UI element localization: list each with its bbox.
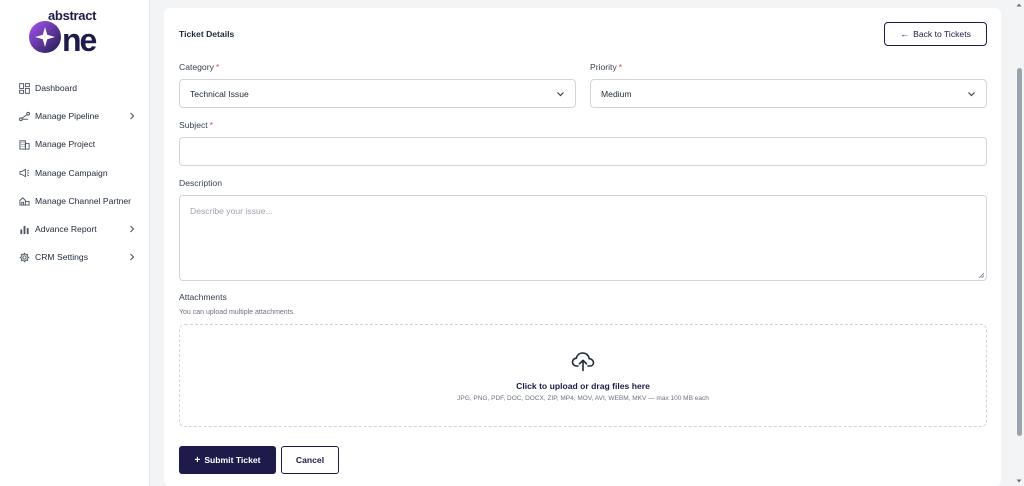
pipeline-icon xyxy=(18,110,30,122)
cancel-label: Cancel xyxy=(295,455,325,465)
category-value: Technical Issue xyxy=(190,88,249,99)
chevron-down-icon xyxy=(968,91,975,96)
category-label: Category * xyxy=(179,62,219,72)
sidebar-item-label: Advance Report xyxy=(35,224,97,235)
sidebar-item-label: Manage Pipeline xyxy=(35,111,100,122)
priority-select[interactable]: Medium xyxy=(590,79,987,108)
sidebar-item-crm-settings[interactable]: CRM Settings xyxy=(0,243,150,271)
dropzone-file-types: JPG, PNG, PDF, DOC, DOCX, ZIP, MP4, MOV,… xyxy=(457,395,709,402)
scroll-up-arrow-icon[interactable] xyxy=(1016,2,1022,8)
required-marker: * xyxy=(215,62,220,72)
resize-handle-icon[interactable] xyxy=(978,272,984,278)
sidebar-item-label: Manage Campaign xyxy=(35,167,108,178)
megaphone-icon xyxy=(18,167,30,179)
sidebar-item-label: CRM Settings xyxy=(35,252,89,263)
subject-label-text: Subject xyxy=(179,120,208,130)
chevron-right-icon xyxy=(130,253,135,261)
chevron-right-icon xyxy=(130,225,135,233)
category-select[interactable]: Technical Issue xyxy=(179,79,576,108)
sidebar-item-label: Manage Project xyxy=(35,139,96,150)
partner-icon xyxy=(18,195,30,207)
sidebar-item-label: Manage Channel Partner xyxy=(35,195,132,206)
subject-input[interactable] xyxy=(179,137,987,166)
attachments-label: Attachments xyxy=(179,292,227,302)
sidebar-item-label: Dashboard xyxy=(35,83,78,94)
sidebar-nav: Dashboard Manage Pipeline Manage Project… xyxy=(0,74,150,271)
scroll-down-arrow-icon[interactable] xyxy=(1016,478,1022,484)
priority-value: Medium xyxy=(601,88,632,99)
bar-chart-icon xyxy=(18,223,30,235)
chevron-down-icon xyxy=(557,91,564,96)
svg-text:ne: ne xyxy=(62,22,97,54)
back-to-tickets-label: Back to Tickets xyxy=(913,29,971,39)
chevron-right-icon xyxy=(130,112,135,120)
sidebar-item-manage-channel-partner[interactable]: Manage Channel Partner xyxy=(0,187,150,215)
category-label-text: Category xyxy=(179,62,214,72)
plus-icon: + xyxy=(194,454,201,466)
gear-icon xyxy=(18,251,30,263)
attachment-dropzone[interactable]: Click to upload or drag files here JPG, … xyxy=(179,324,987,427)
description-label: Description xyxy=(179,178,222,188)
subject-label: Subject * xyxy=(179,120,213,130)
priority-label-text: Priority xyxy=(590,62,617,72)
submit-ticket-button[interactable]: + Submit Ticket xyxy=(179,446,276,474)
sidebar-item-dashboard[interactable]: Dashboard xyxy=(0,74,150,102)
description-textarea[interactable]: Describe your issue... xyxy=(179,195,987,281)
description-placeholder: Describe your issue... xyxy=(190,206,273,216)
brand-logo-mark: ne xyxy=(29,21,99,54)
back-to-tickets-button[interactable]: ← Back to Tickets xyxy=(884,22,987,46)
sidebar-item-manage-campaign[interactable]: Manage Campaign xyxy=(0,159,150,187)
page-title: Ticket Details xyxy=(179,29,235,39)
building-icon xyxy=(18,138,30,150)
cloud-upload-icon xyxy=(571,352,595,372)
arrow-left-icon: ← xyxy=(900,29,910,39)
scrollbar-thumb[interactable] xyxy=(1017,68,1022,436)
required-marker: * xyxy=(618,62,623,72)
ticket-form-card: Ticket Details ← Back to Tickets Categor… xyxy=(164,8,1001,486)
sidebar-item-manage-pipeline[interactable]: Manage Pipeline xyxy=(0,102,150,130)
grid-icon xyxy=(18,82,30,94)
dropzone-instruction: Click to upload or drag files here xyxy=(516,381,650,391)
sidebar-item-advance-report[interactable]: Advance Report xyxy=(0,215,150,243)
sidebar: abstract ne Dashboard Manage Pipeline Ma… xyxy=(0,0,150,486)
sidebar-item-manage-project[interactable]: Manage Project xyxy=(0,130,150,158)
required-marker: * xyxy=(209,120,214,130)
brand-logo[interactable]: abstract ne xyxy=(28,8,123,56)
cancel-button[interactable]: Cancel xyxy=(281,446,339,474)
priority-label: Priority * xyxy=(590,62,622,72)
page-scrollbar[interactable] xyxy=(1014,0,1024,486)
submit-ticket-label: Submit Ticket xyxy=(204,455,261,465)
attachments-hint: You can upload multiple attachments. xyxy=(179,309,296,316)
